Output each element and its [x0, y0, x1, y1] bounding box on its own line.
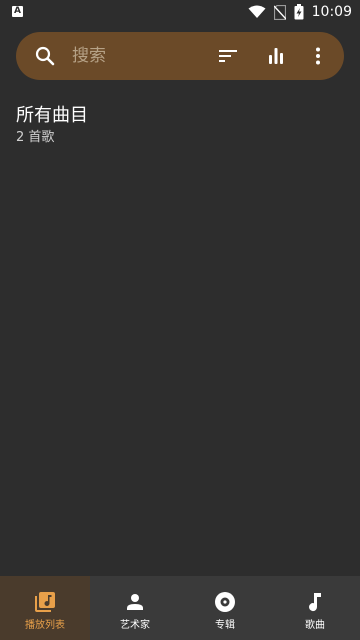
battery-charging-icon: [294, 4, 304, 20]
playlist-title: 所有曲目: [16, 105, 88, 126]
search-bar[interactable]: 搜索: [16, 32, 344, 80]
status-icons: 10:09: [248, 3, 352, 21]
status-time: 10:09: [311, 4, 352, 20]
search-icon[interactable]: [33, 44, 57, 68]
playlist-header[interactable]: 所有曲目 2 首歌: [16, 104, 88, 147]
nav-label: 歌曲: [305, 620, 325, 631]
notification-a-icon: A: [12, 6, 23, 17]
nav-label: 专辑: [215, 620, 235, 631]
song-count: 2 首歌: [16, 130, 55, 145]
playlist-icon: [35, 592, 55, 612]
sort-icon[interactable]: [216, 44, 240, 68]
bottom-navigation: 播放列表 艺术家 专辑 歌曲: [0, 576, 360, 640]
artist-icon: [127, 594, 143, 610]
nav-label: 播放列表: [25, 620, 65, 631]
no-sim-icon: [273, 4, 286, 20]
music-note-icon: [309, 593, 321, 612]
status-bar: A 10:09: [0, 0, 360, 24]
album-icon: [215, 592, 235, 612]
wifi-icon: [248, 5, 266, 18]
nav-songs[interactable]: 歌曲: [270, 576, 360, 640]
nav-playlists[interactable]: 播放列表: [0, 576, 90, 640]
search-input[interactable]: 搜索: [72, 45, 106, 67]
nav-artists[interactable]: 艺术家: [90, 576, 180, 640]
more-vert-icon[interactable]: [306, 44, 330, 68]
nav-label: 艺术家: [120, 620, 150, 631]
nav-albums[interactable]: 专辑: [180, 576, 270, 640]
equalizer-icon[interactable]: [264, 44, 288, 68]
